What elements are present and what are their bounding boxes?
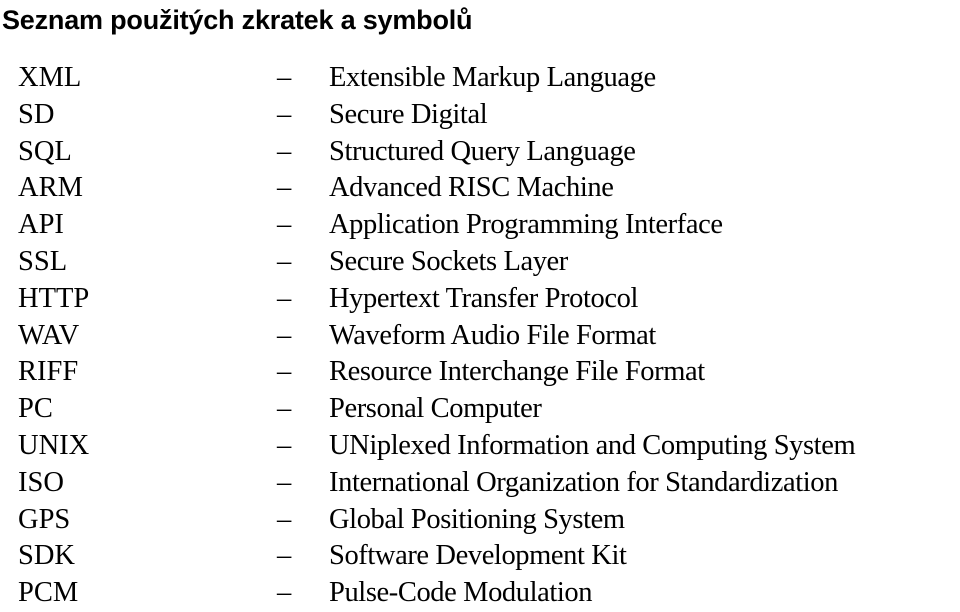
abbreviation: RIFF: [18, 356, 79, 388]
list-item: RIFF – Resource Interchange File Format: [0, 354, 960, 391]
separator-dash: –: [277, 356, 292, 388]
definition: Resource Interchange File Format: [329, 356, 705, 388]
definition: Global Positioning System: [329, 503, 625, 535]
definition: Structured Query Language: [329, 135, 636, 167]
abbreviation: PC: [18, 393, 53, 425]
list-item: ARM – Advanced RISC Machine: [0, 170, 960, 207]
definition: Hypertext Transfer Protocol: [329, 282, 638, 314]
list-item: SD – Secure Digital: [0, 97, 960, 134]
separator-dash: –: [277, 282, 292, 314]
separator-dash: –: [277, 135, 292, 167]
list-item: SDK – Software Development Kit: [0, 538, 960, 575]
separator-dash: –: [277, 245, 292, 277]
abbreviation: SQL: [18, 135, 72, 167]
separator-dash: –: [277, 172, 292, 204]
abbreviation: PCM: [18, 577, 79, 609]
list-item: PCM – Pulse-Code Modulation: [0, 575, 960, 612]
definition: UNiplexed Information and Computing Syst…: [329, 429, 856, 461]
list-item: SSL – Secure Sockets Layer: [0, 244, 960, 281]
definition: Personal Computer: [329, 393, 542, 425]
abbreviation-list: XML – Extensible Markup Language SD – Secure…: [0, 60, 960, 612]
abbreviation: ISO: [18, 466, 64, 498]
separator-dash: –: [277, 429, 292, 461]
abbreviation: GPS: [18, 503, 71, 535]
abbreviation: ARM: [18, 172, 83, 204]
definition: Secure Sockets Layer: [329, 245, 568, 277]
abbreviation: SD: [18, 98, 55, 130]
list-item: WAV – Waveform Audio File Format: [0, 318, 960, 355]
abbreviation: HTTP: [18, 282, 90, 314]
list-item: HTTP – Hypertext Transfer Protocol: [0, 281, 960, 318]
definition: Software Development Kit: [329, 540, 627, 572]
list-item: XML – Extensible Markup Language: [0, 60, 960, 97]
definition: Secure Digital: [329, 98, 488, 130]
definition: Extensible Markup Language: [329, 62, 656, 93]
separator-dash: –: [277, 503, 292, 535]
list-item: ISO – International Organization for Stand…: [0, 465, 960, 502]
definition: Waveform Audio File Format: [329, 319, 656, 351]
separator-dash: –: [277, 393, 292, 425]
list-item: API – Application Programming Interface: [0, 207, 960, 244]
abbreviation: SDK: [18, 540, 76, 572]
separator-dash: –: [277, 62, 292, 93]
separator-dash: –: [277, 209, 292, 241]
abbreviation: WAV: [18, 319, 80, 351]
separator-dash: –: [277, 540, 292, 572]
list-item: UNIX – UNiplexed Information and Computing…: [0, 428, 960, 465]
list-item: SQL – Structured Query Language: [0, 134, 960, 171]
definition: Application Programming Interface: [329, 209, 723, 241]
separator-dash: –: [277, 577, 292, 609]
list-item: GPS – Global Positioning System: [0, 502, 960, 539]
abbreviation: SSL: [18, 245, 68, 277]
abbreviation: XML: [18, 62, 82, 93]
abbreviation: UNIX: [18, 429, 90, 461]
separator-dash: –: [277, 98, 292, 130]
definition: Pulse-Code Modulation: [329, 577, 593, 609]
definition: Advanced RISC Machine: [329, 172, 614, 204]
separator-dash: –: [277, 466, 292, 498]
section-title: Seznam použitých zkratek a symbolů: [2, 5, 473, 35]
definition: International Organization for Standardi…: [329, 466, 838, 498]
separator-dash: –: [277, 319, 292, 351]
abbreviation: API: [18, 209, 64, 241]
list-item: PC – Personal Computer: [0, 391, 960, 428]
